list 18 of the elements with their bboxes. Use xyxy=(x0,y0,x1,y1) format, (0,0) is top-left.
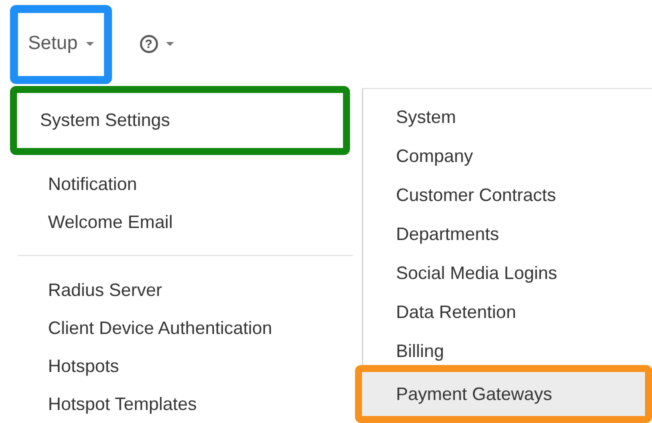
menu-item[interactable]: System Settings xyxy=(10,86,350,155)
menu-item[interactable]: Client Device Authentication xyxy=(0,309,355,347)
menu-item[interactable]: Hotspots xyxy=(0,347,355,385)
menu-item[interactable]: Notification xyxy=(0,165,355,203)
submenu-item[interactable]: Data Retention xyxy=(363,293,652,332)
menu-item[interactable]: Hotspot Templates xyxy=(0,385,355,423)
submenu-item[interactable]: Social Media Logins xyxy=(363,254,652,293)
help-icon: ? xyxy=(140,35,158,53)
menu-item[interactable]: Welcome Email xyxy=(0,203,355,241)
submenu-item[interactable]: Departments xyxy=(363,215,652,254)
menu-item[interactable]: Radius Server xyxy=(0,271,355,309)
submenu-item[interactable]: System xyxy=(363,98,652,137)
submenu-item[interactable]: Payment Gateways xyxy=(355,365,652,423)
caret-icon xyxy=(86,42,94,46)
menu-button[interactable]: Setup xyxy=(10,4,112,84)
submenu-item[interactable]: Customer Contracts xyxy=(363,176,652,215)
submenu-item[interactable]: Company xyxy=(363,137,652,176)
caret-icon xyxy=(166,42,174,46)
